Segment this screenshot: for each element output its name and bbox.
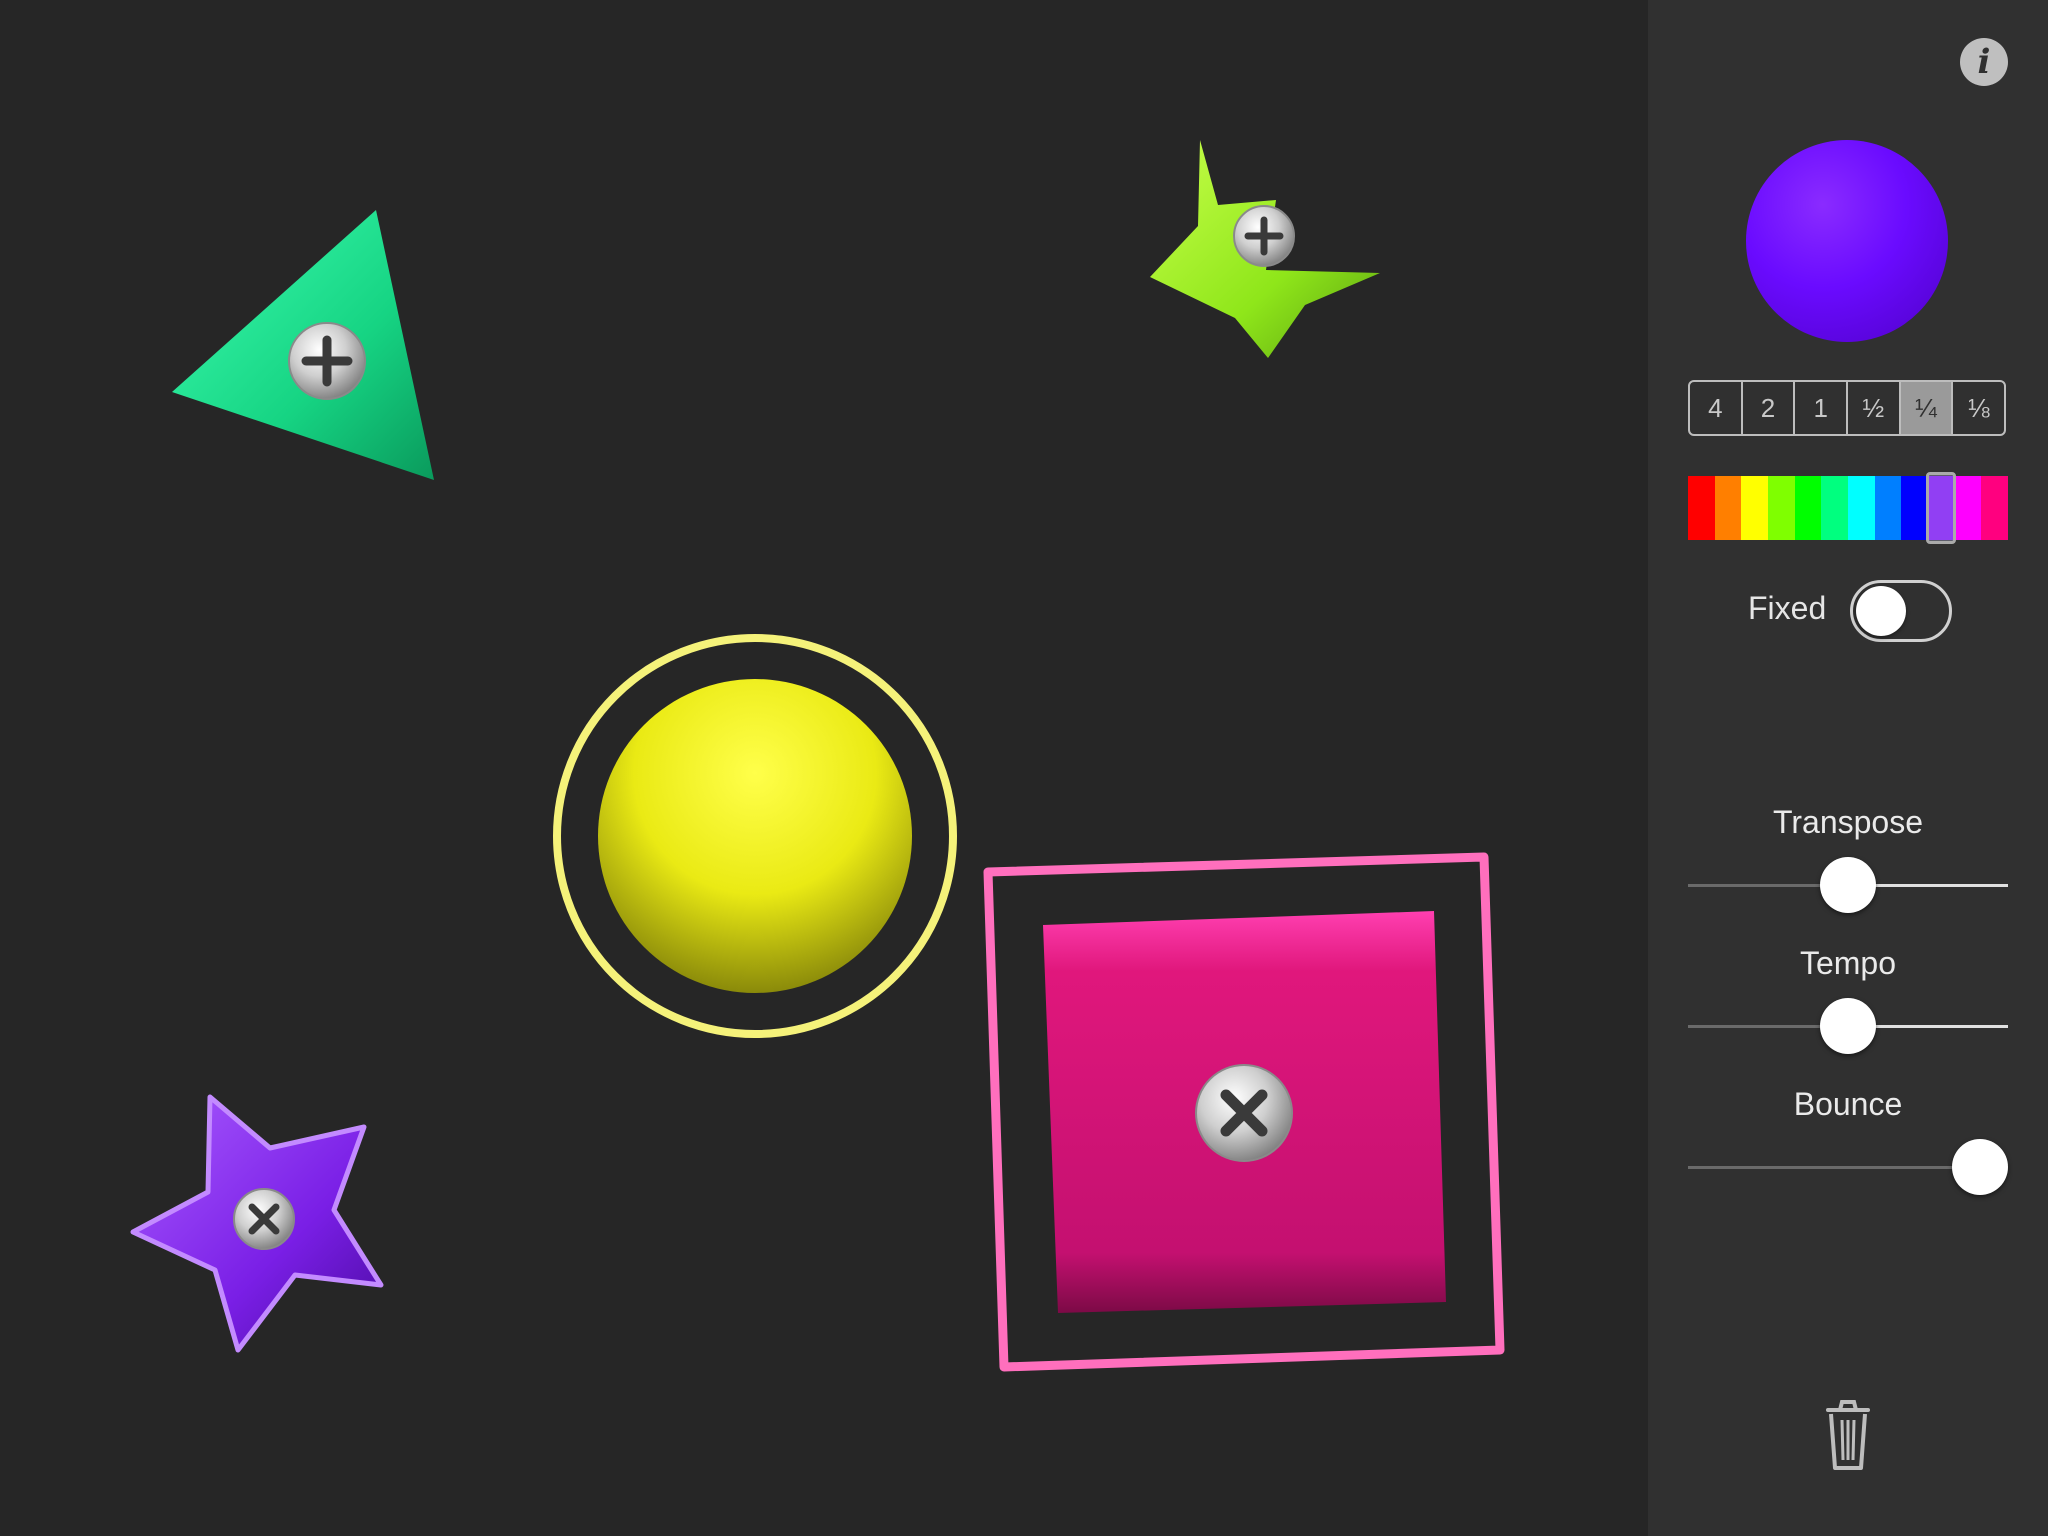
duration-quarter[interactable]: ¼ xyxy=(1900,382,1954,434)
yellow-circle-shape[interactable] xyxy=(553,634,957,1038)
trash-icon[interactable] xyxy=(1820,1398,1876,1472)
tempo-label: Tempo xyxy=(1799,945,1897,981)
swatch-azure[interactable] xyxy=(1874,476,1902,540)
tempo-slider[interactable] xyxy=(1688,998,2008,1054)
swatch-cyan[interactable] xyxy=(1848,476,1875,540)
bounce-label: Bounce xyxy=(1793,1086,1903,1122)
palette-handle[interactable] xyxy=(1926,472,1956,544)
duration-4[interactable]: 4 xyxy=(1690,382,1743,434)
pink-square-shape[interactable] xyxy=(983,852,1505,1372)
duration-2[interactable]: 2 xyxy=(1743,382,1796,434)
transpose-slider[interactable] xyxy=(1688,857,2008,913)
duration-eighth[interactable]: ⅛ xyxy=(1953,382,2004,434)
info-icon[interactable]: i xyxy=(1960,38,2008,86)
color-preview xyxy=(1746,140,1948,342)
slider-thumb[interactable] xyxy=(1820,857,1876,913)
duration-selector: 4 2 1 ½ ¼ ⅛ xyxy=(1688,380,2006,436)
fixed-label: Fixed xyxy=(1748,590,1827,626)
purple-star-shape[interactable] xyxy=(130,1094,384,1353)
swatch-magenta[interactable] xyxy=(1954,476,1982,540)
duration-1[interactable]: 1 xyxy=(1795,382,1849,434)
fixed-toggle[interactable] xyxy=(1850,580,1952,642)
swatch-spring[interactable] xyxy=(1821,476,1849,540)
slider-thumb[interactable] xyxy=(1820,998,1876,1054)
swatch-yellow[interactable] xyxy=(1741,476,1769,540)
triangle-shape[interactable] xyxy=(172,210,434,480)
toggle-knob xyxy=(1856,586,1906,636)
swatch-blue[interactable] xyxy=(1901,476,1929,540)
swatch-orange[interactable] xyxy=(1714,476,1742,540)
green-star-shape[interactable] xyxy=(1150,140,1380,358)
slider-thumb[interactable] xyxy=(1952,1139,2008,1195)
swatch-chartreuse[interactable] xyxy=(1768,476,1795,540)
shape-canvas[interactable] xyxy=(0,0,1648,1536)
color-palette[interactable] xyxy=(1688,476,2009,540)
transpose-label: Transpose xyxy=(1773,804,1923,840)
duration-half[interactable]: ½ xyxy=(1848,382,1901,434)
bounce-slider[interactable] xyxy=(1688,1139,2008,1195)
swatch-rose[interactable] xyxy=(1981,476,2009,540)
swatch-red[interactable] xyxy=(1688,476,1715,540)
track-min xyxy=(1688,1166,1984,1169)
swatch-green[interactable] xyxy=(1794,476,1822,540)
